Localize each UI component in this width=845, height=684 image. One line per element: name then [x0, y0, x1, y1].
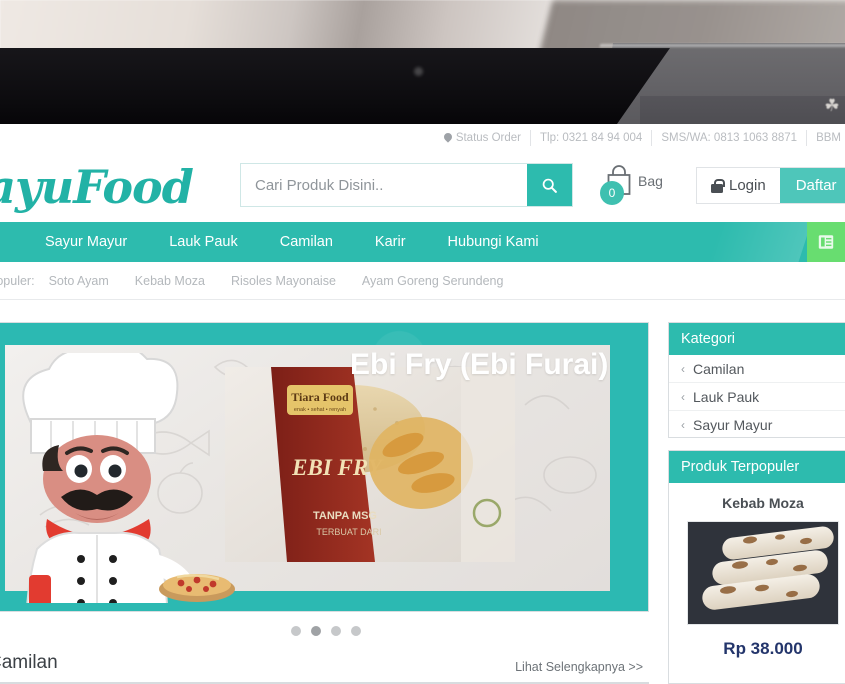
site-logo[interactable]: SayuFood — [0, 160, 194, 214]
kategori-item-lauk-pauk[interactable]: ‹ Lauk Pauk — [669, 383, 845, 411]
register-label: Daftar — [795, 177, 837, 194]
svg-text:TERBUAT DARI: TERBUAT DARI — [316, 527, 381, 537]
carousel-dot-2[interactable] — [311, 626, 321, 636]
cart-widget[interactable]: 0 Bag — [600, 163, 678, 207]
product-section-header: Camilan Lihat Selengkapnya >> — [0, 652, 649, 684]
popular-item-ayam-goreng-serundeng[interactable]: Ayam Goreng Serundeng — [362, 274, 504, 288]
kebab-photo-icon — [688, 522, 838, 624]
register-button[interactable]: Daftar — [779, 168, 845, 203]
cart-label: Bag — [638, 173, 663, 189]
popular-item-soto-ayam[interactable]: Soto Ayam — [49, 274, 109, 288]
svg-text:TANPA MSG: TANPA MSG — [313, 510, 377, 522]
svg-text:Tiara Food: Tiara Food — [291, 390, 349, 404]
banner-title: Ebi Fry (Ebi Furai) — [350, 348, 609, 381]
device-screen-black — [0, 48, 670, 124]
nav-item-hubungi-kami[interactable]: Hubungi Kami — [427, 222, 560, 262]
nav-item-sayur-mayur[interactable]: Sayur Mayur — [24, 222, 148, 262]
device-bezel-grey-lower — [640, 96, 845, 124]
popular-item-risoles-mayonaise[interactable]: Risoles Mayonaise — [231, 274, 336, 288]
phone-info: Tlp: 0321 84 94 004 — [531, 130, 653, 146]
bbm-info: BBM — [807, 130, 845, 146]
nav-item-lauk-pauk[interactable]: Lauk Pauk — [148, 222, 259, 262]
popular-label: Populer: — [0, 273, 35, 288]
device-photo-strip: ☘ — [0, 0, 845, 124]
kategori-item-label: Lauk Pauk — [693, 388, 760, 405]
kategori-panel: Kategori ‹ Camilan ‹ Lauk Pauk ‹ Sayur M… — [668, 322, 845, 438]
carousel-dot-1[interactable] — [291, 626, 301, 636]
main-navigation: Sayur Mayur Lauk Pauk Camilan Karir Hubu… — [0, 222, 845, 262]
nav-item-karir[interactable]: Karir — [354, 222, 427, 262]
list-icon — [818, 235, 834, 249]
search-icon — [542, 178, 557, 193]
page-root: ☘ Status Order Tlp: 0321 84 94 004 SMS/W… — [0, 0, 845, 684]
bbm-label: BBM — [816, 132, 841, 144]
popular-item-kebab-moza[interactable]: Kebab Moza — [135, 274, 205, 288]
carousel-dots — [291, 626, 361, 636]
chef-mascot-illustration — [22, 353, 235, 603]
chevron-left-icon: ‹ — [681, 361, 685, 376]
product-package-image: Tiara Food enak • sehat • renyah EBI FRY… — [225, 367, 515, 562]
chevron-left-icon: ‹ — [681, 418, 685, 432]
device-brand-logo-icon: ☘ — [824, 96, 840, 115]
kategori-item-label: Camilan — [693, 360, 745, 377]
cart-count-badge: 0 — [600, 181, 624, 205]
nav-corner-button[interactable] — [807, 222, 845, 262]
product-thumbnail[interactable] — [687, 521, 839, 625]
see-more-link[interactable]: Lihat Selengkapnya >> — [515, 660, 643, 674]
map-pin-icon — [444, 133, 452, 144]
chevron-left-icon: ‹ — [681, 389, 685, 404]
device-camera-dot — [414, 67, 423, 76]
login-button[interactable]: Login — [697, 168, 780, 203]
carousel-dot-3[interactable] — [331, 626, 341, 636]
login-label: Login — [729, 177, 766, 194]
kategori-item-sayur-mayur[interactable]: ‹ Sayur Mayur — [669, 411, 845, 439]
auth-buttons: Login Daftar — [696, 167, 845, 204]
search-bar — [240, 163, 573, 207]
status-order-link[interactable]: Status Order — [435, 130, 532, 146]
carousel-dot-4[interactable] — [351, 626, 361, 636]
product-name[interactable]: Kebab Moza — [669, 495, 845, 511]
search-button[interactable] — [527, 164, 572, 206]
kategori-item-camilan[interactable]: ‹ Camilan — [669, 355, 845, 383]
svg-text:enak • sehat • renyah: enak • sehat • renyah — [294, 407, 346, 413]
sms-wa-label: SMS/WA: 0813 1063 8871 — [661, 132, 798, 144]
nav-item-camilan[interactable]: Camilan — [259, 222, 354, 262]
nav-sheen-decoration — [708, 222, 812, 262]
lock-icon — [711, 178, 725, 193]
sms-wa-info: SMS/WA: 0813 1063 8871 — [652, 130, 808, 146]
search-input[interactable] — [241, 164, 527, 206]
terpopuler-heading: Produk Terpopuler — [669, 451, 845, 483]
produk-terpopuler-panel: Produk Terpopuler Kebab Moza Rp 38.000 — [668, 450, 845, 684]
phone-label: Tlp: 0321 84 94 004 — [540, 132, 643, 144]
nav-item-list: Sayur Mayur Lauk Pauk Camilan Karir Hubu… — [24, 222, 560, 262]
section-title: Camilan — [0, 652, 58, 673]
popular-keywords-bar: Populer: Soto Ayam Kebab Moza Risoles Ma… — [0, 262, 845, 300]
top-utility-bar: Status Order Tlp: 0321 84 94 004 SMS/WA:… — [0, 124, 845, 152]
kategori-item-label: Sayur Mayur — [693, 417, 773, 433]
kategori-heading: Kategori — [669, 323, 845, 355]
product-price: Rp 38.000 — [723, 639, 803, 658]
status-order-label: Status Order — [455, 132, 522, 144]
device-highlight-line — [599, 44, 845, 47]
